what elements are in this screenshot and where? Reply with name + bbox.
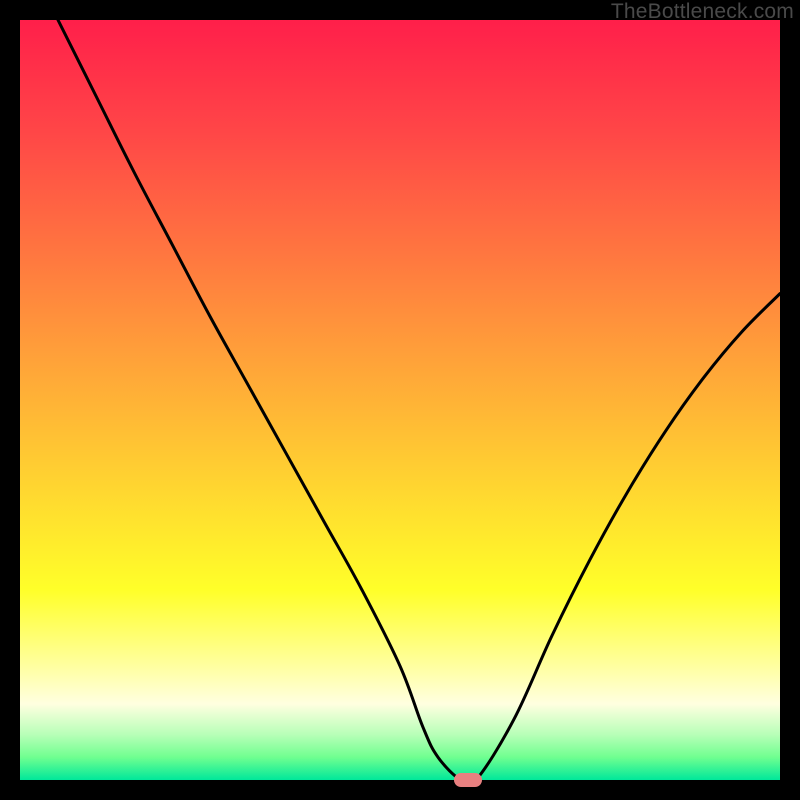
watermark-text: TheBottleneck.com	[611, 0, 794, 24]
optimum-marker	[454, 773, 482, 787]
curve-svg	[20, 20, 780, 780]
chart-frame: TheBottleneck.com	[0, 0, 800, 800]
bottleneck-curve	[58, 20, 780, 780]
plot-area	[20, 20, 780, 780]
